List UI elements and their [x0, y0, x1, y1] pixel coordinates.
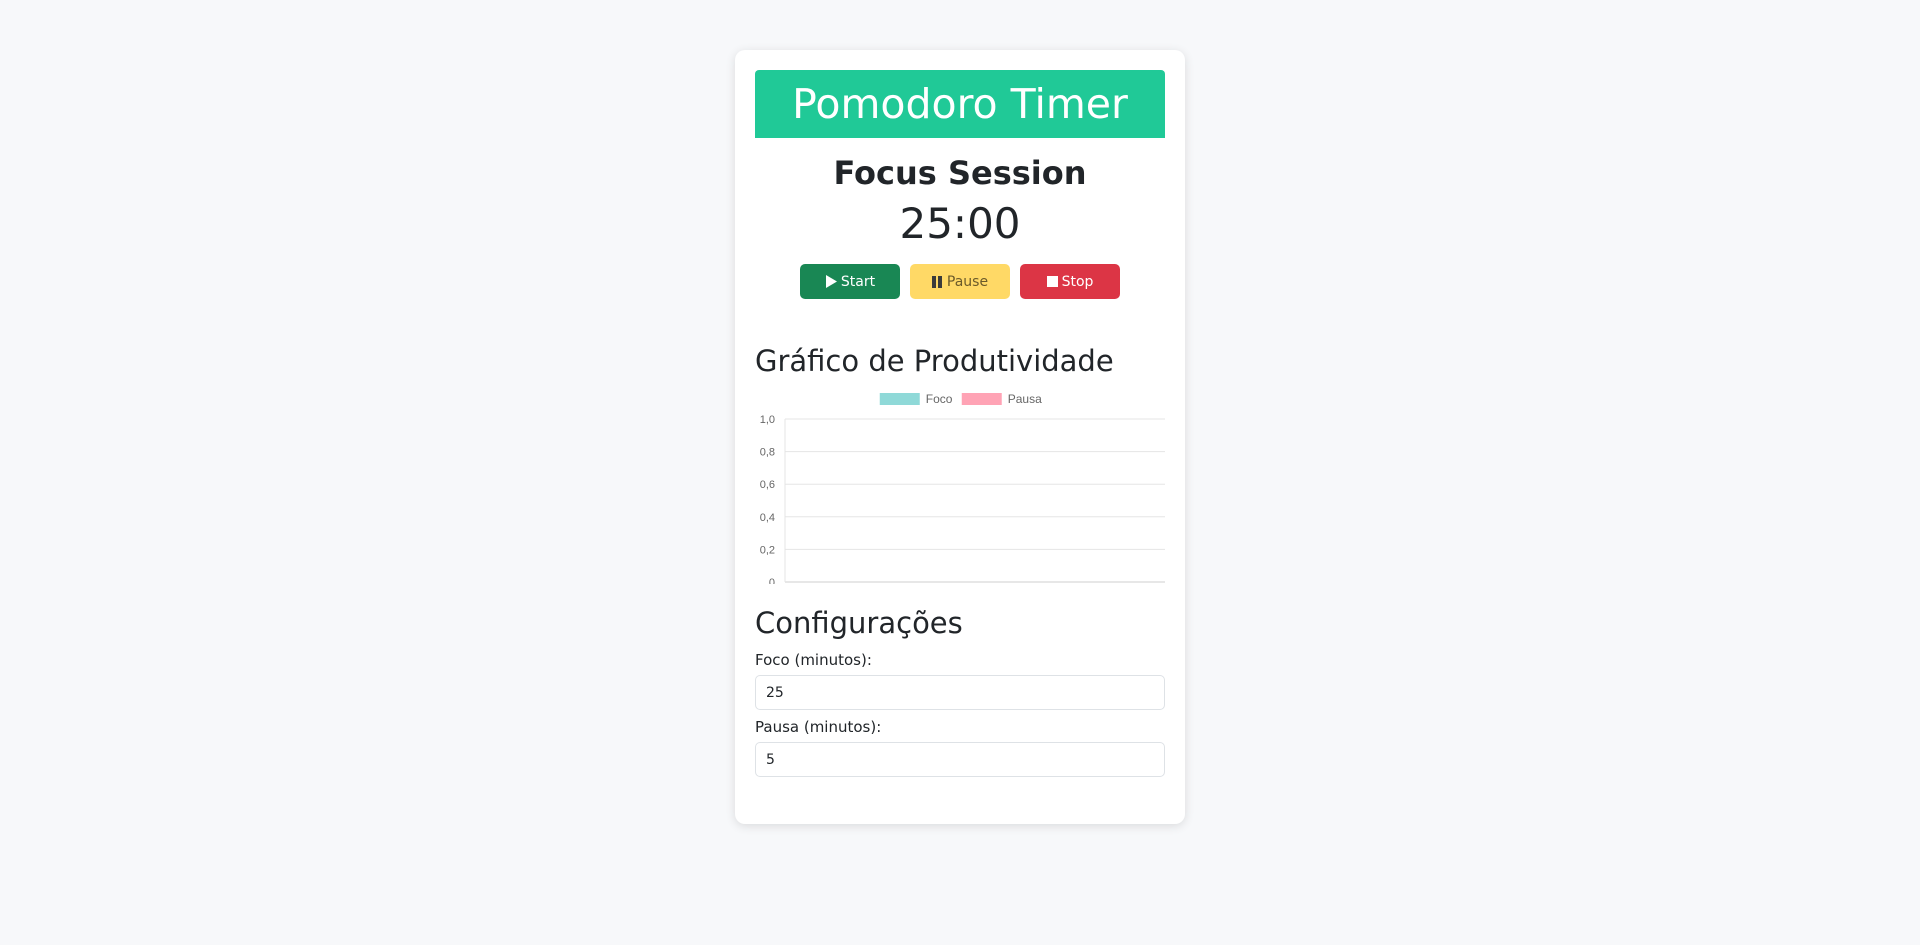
y-tick-label: 0,4 [760, 512, 775, 524]
app-title: Pomodoro Timer [792, 80, 1128, 128]
legend-swatch-foco [879, 393, 920, 405]
y-tick-label: 0,8 [760, 447, 775, 459]
stop-button[interactable]: Stop [1020, 264, 1120, 299]
y-tick-label: 1,0 [760, 414, 775, 426]
start-button-label: Start [840, 273, 876, 290]
stop-button-label: Stop [1061, 273, 1094, 290]
legend-swatch-pausa [961, 393, 1002, 405]
y-tick-label: 0,2 [760, 544, 775, 556]
start-button[interactable]: Start [800, 264, 900, 299]
pause-minutes-input[interactable] [755, 742, 1165, 777]
play-icon [825, 275, 837, 288]
legend-label-foco: Foco [926, 392, 953, 406]
chart-canvas: Foco Pausa 0 0,2 0,4 0,6 0,8 1,0 [760, 392, 1165, 584]
pause-button-label: Pause [946, 273, 989, 290]
focus-minutes-input[interactable] [755, 675, 1165, 710]
y-tick-label: 0,6 [760, 479, 775, 491]
y-tick-label: 0 [769, 577, 775, 584]
timer-controls: Start Pause Stop [755, 264, 1165, 299]
pause-button[interactable]: Pause [910, 264, 1010, 299]
pause-icon [931, 275, 943, 288]
pomodoro-card: Pomodoro Timer Focus Session 25:00 Start… [735, 50, 1185, 824]
chart-section-title: Gráfico de Produtividade [755, 344, 1114, 378]
pause-minutes-label: Pausa (minutos): [755, 718, 882, 736]
app-header: Pomodoro Timer [755, 70, 1165, 138]
legend-label-pausa: Pausa [1008, 392, 1042, 406]
session-title: Focus Session [833, 154, 1087, 192]
productivity-chart: Foco Pausa 0 0,2 0,4 0,6 0,8 1,0 [755, 389, 1165, 589]
settings-title: Configurações [755, 606, 963, 640]
focus-minutes-label: Foco (minutos): [755, 651, 872, 669]
timer-display: 25:00 [899, 199, 1021, 248]
stop-icon [1046, 276, 1058, 287]
